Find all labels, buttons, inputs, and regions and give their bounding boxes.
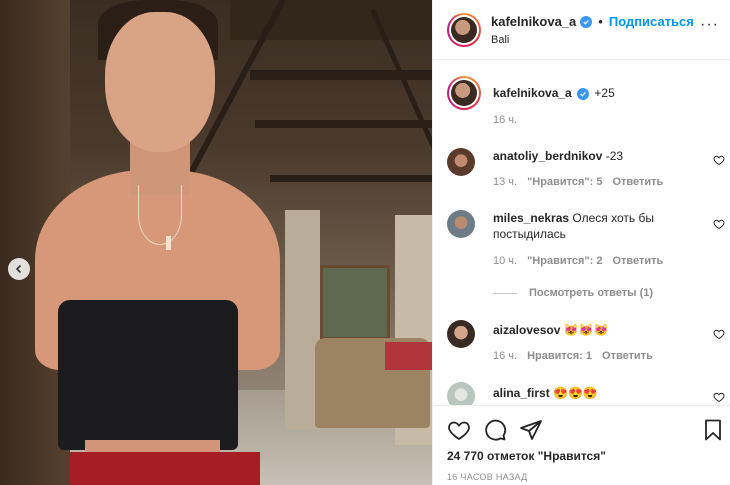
save-bookmark-icon[interactable] [701, 418, 725, 442]
like-comment-heart-icon[interactable] [713, 154, 725, 166]
commenter-username[interactable]: miles_nekras [493, 211, 569, 225]
comment-likes[interactable]: "Нравится": 5 [527, 176, 602, 188]
author-avatar[interactable] [447, 76, 481, 110]
post-timestamp[interactable]: 16 ЧАСОВ НАЗАД [447, 472, 528, 482]
red-cushion [385, 342, 432, 370]
verified-badge-icon [577, 88, 590, 100]
comment-likes[interactable]: "Нравится": 2 [527, 255, 602, 267]
red-shorts [70, 452, 260, 485]
commenter-avatar[interactable] [447, 210, 475, 238]
post-side-panel: kafelnikova_a • Подписаться Bali ··· kaf… [432, 0, 730, 485]
comment-meta: 16 ч. Нравится: 1 Ответить [493, 350, 653, 362]
likes-count[interactable]: 24 770 отметок "Нравится" [447, 449, 606, 463]
ceiling-beam [270, 175, 432, 182]
reply-button[interactable]: Ответить [602, 350, 653, 362]
black-top [58, 300, 238, 450]
reply-button[interactable]: Ответить [612, 255, 663, 267]
comment-text: aizalovesov 😻😻😻 [493, 322, 703, 338]
comments-list[interactable]: kafelnikova_a +25 16 ч. anatoliy_berdnik… [433, 60, 730, 405]
location-link[interactable]: Bali [491, 34, 509, 46]
caption-username[interactable]: kafelnikova_a [493, 86, 572, 100]
comment-text: miles_nekras Олеся хоть бы постыдилась [493, 210, 703, 242]
caption-meta: 16 ч. [493, 114, 517, 126]
commenter-avatar[interactable] [447, 148, 475, 176]
more-options-icon[interactable]: ··· [700, 17, 719, 33]
comment-text: anatoliy_berdnikov -23 [493, 148, 703, 164]
chevron-left-icon [15, 264, 22, 274]
header-user-line: kafelnikova_a • Подписаться [491, 14, 694, 29]
comment-time[interactable]: 10 ч. [493, 255, 517, 267]
comment-meta: 13 ч. "Нравится": 5 Ответить [493, 176, 663, 188]
commenter-username[interactable]: alina_first [493, 386, 550, 400]
reply-button[interactable]: Ответить [612, 176, 663, 188]
post-photo[interactable] [0, 0, 432, 485]
verified-badge-icon [580, 15, 593, 28]
comment-time[interactable]: 16 ч. [493, 350, 517, 362]
necklace [138, 185, 182, 245]
follow-button[interactable]: Подписаться [609, 14, 694, 29]
author-username[interactable]: kafelnikova_a [491, 14, 576, 29]
author-avatar[interactable] [447, 13, 481, 47]
cross-pendant [166, 236, 171, 250]
carousel-prev-button[interactable] [8, 258, 30, 280]
comment-meta: 10 ч. "Нравится": 2 Ответить [493, 255, 663, 267]
comment-body: -23 [605, 149, 624, 163]
comment-body: 😻😻😻 [563, 323, 609, 337]
share-paper-plane-icon[interactable] [519, 418, 543, 442]
post-header: kafelnikova_a • Подписаться Bali ··· [433, 0, 730, 60]
commenter-avatar[interactable] [447, 382, 475, 405]
like-heart-icon[interactable] [447, 418, 471, 442]
like-comment-heart-icon[interactable] [713, 218, 725, 230]
comment-likes[interactable]: Нравится: 1 [527, 350, 592, 362]
replies-divider [493, 292, 517, 294]
comment-text: alina_first 😍😍😍 [493, 385, 703, 401]
separator-dot: • [598, 14, 603, 29]
doorway [320, 265, 390, 340]
commenter-username[interactable]: anatoliy_berdnikov [493, 149, 602, 163]
post-actions: 24 770 отметок "Нравится" 16 ЧАСОВ НАЗАД [433, 405, 730, 485]
caption-time[interactable]: 16 ч. [493, 114, 517, 126]
comment-body: 😍😍😍 [553, 386, 598, 400]
woman-figure [30, 0, 290, 485]
view-replies-label: Посмотреть ответы (1) [529, 287, 654, 299]
view-replies-button[interactable]: Посмотреть ответы (1) [493, 287, 653, 299]
caption-text: kafelnikova_a +25 [493, 85, 703, 101]
like-comment-heart-icon[interactable] [713, 328, 725, 340]
face [105, 12, 215, 152]
commenter-avatar[interactable] [447, 320, 475, 348]
comment-time[interactable]: 13 ч. [493, 176, 517, 188]
comment-bubble-icon[interactable] [483, 418, 507, 442]
commenter-username[interactable]: aizalovesov [493, 323, 560, 337]
like-comment-heart-icon[interactable] [713, 391, 725, 403]
caption-body: +25 [594, 86, 615, 100]
